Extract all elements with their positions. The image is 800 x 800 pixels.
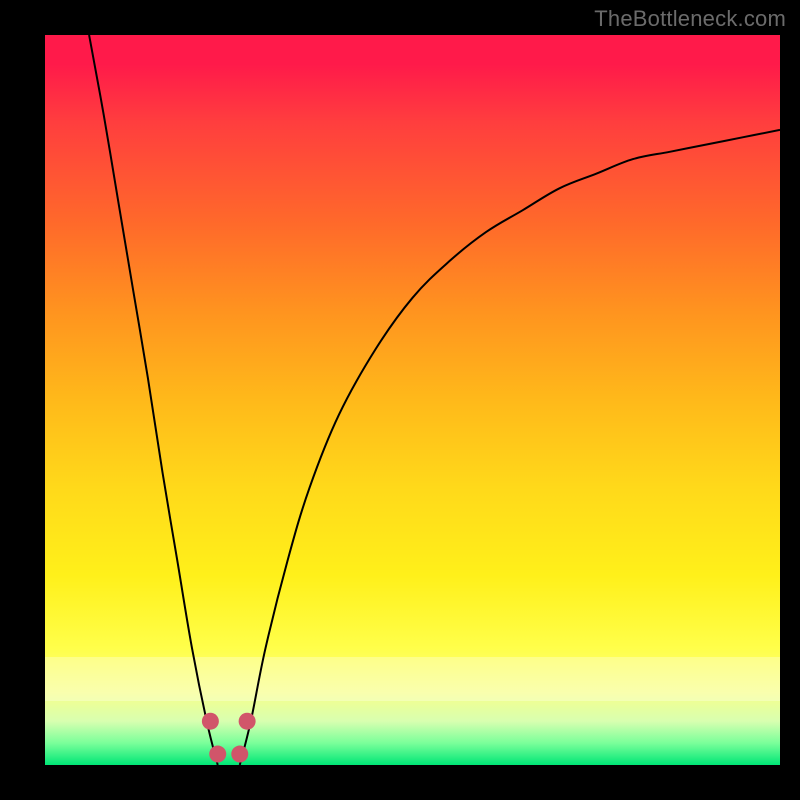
left-dot-lower-marker (209, 746, 226, 763)
curve-right-branch (240, 130, 780, 765)
right-dot-upper-marker (239, 713, 256, 730)
right-dot-lower-marker (231, 746, 248, 763)
plot-area (45, 35, 780, 765)
watermark-text: TheBottleneck.com (594, 6, 786, 32)
left-dot-upper-marker (202, 713, 219, 730)
curve-left-branch (89, 35, 218, 765)
curve-layer (45, 35, 780, 765)
chart-frame: TheBottleneck.com (0, 0, 800, 800)
